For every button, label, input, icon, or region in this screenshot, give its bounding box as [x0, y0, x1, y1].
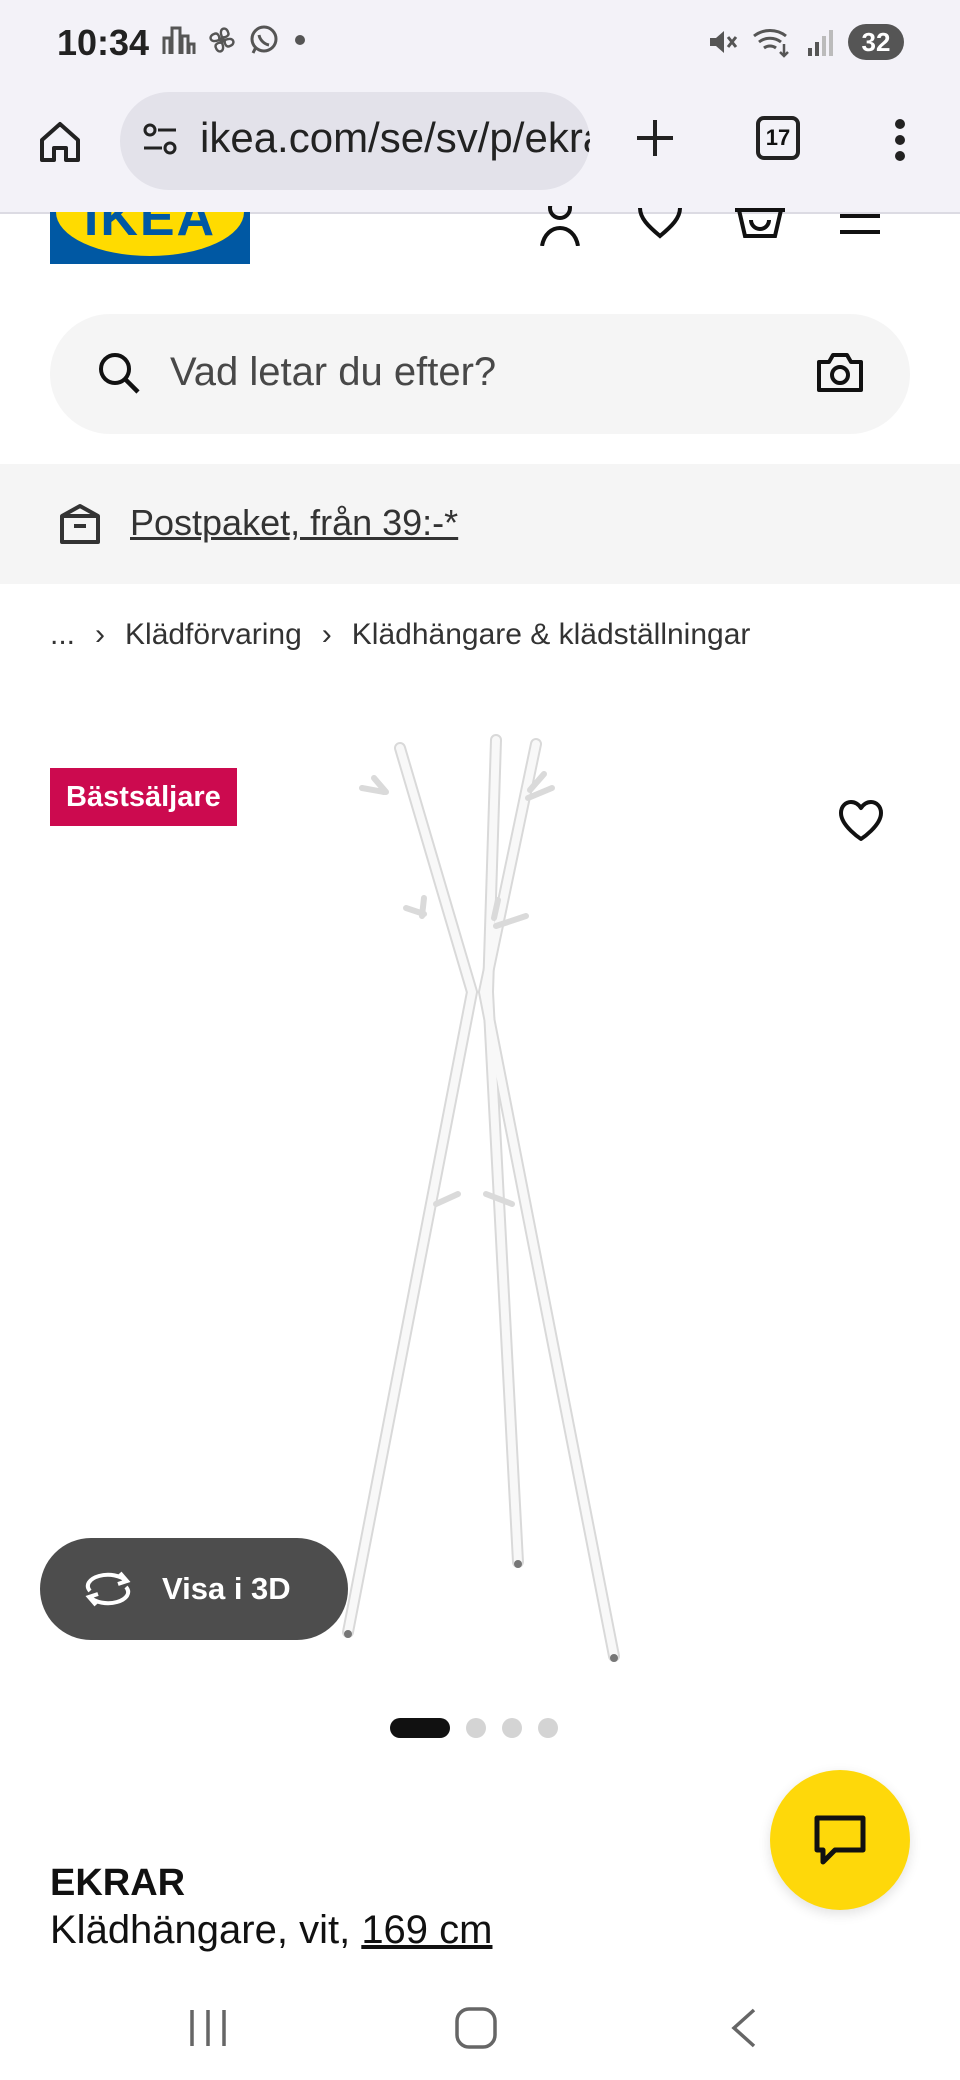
heart-icon: [638, 207, 682, 239]
fan-icon: [209, 27, 235, 53]
product-size-link[interactable]: 169 cm: [361, 1908, 492, 1952]
image-carousel-indicator: [390, 1718, 558, 1738]
product-description-text: Klädhängare, vit,: [50, 1908, 362, 1952]
product-image[interactable]: [300, 730, 640, 1670]
recent-apps-button[interactable]: [178, 1998, 238, 2058]
shopping-bag-icon: [735, 208, 785, 238]
chevron-right-icon: ›: [95, 618, 106, 651]
status-bar: 10:34 32: [0, 0, 960, 90]
more-vertical-icon: [895, 119, 905, 161]
system-icons: 32: [706, 24, 904, 60]
shipping-banner-link[interactable]: Postpaket, från 39:-*: [130, 502, 458, 544]
main-menu-button[interactable]: [832, 206, 888, 256]
site-settings-icon[interactable]: [140, 120, 180, 160]
system-navigation-bar: [0, 1976, 960, 2080]
search-icon: [99, 353, 140, 394]
carousel-dot-2[interactable]: [466, 1718, 486, 1738]
home-nav-icon: [455, 2007, 497, 2049]
breadcrumb-ellipsis[interactable]: ...: [50, 618, 75, 652]
shipping-banner[interactable]: Postpaket, från 39:-*: [0, 464, 960, 584]
parcel-box-icon: [60, 504, 100, 544]
browser-menu-button[interactable]: [880, 110, 920, 170]
wifi-icon: [753, 29, 789, 58]
mute-icon: [710, 31, 738, 53]
bestseller-badge: Bästsäljare: [50, 768, 237, 826]
tab-switcher-button[interactable]: 17: [756, 116, 800, 160]
home-icon: [40, 122, 80, 162]
ikea-logo[interactable]: IKEA: [50, 212, 250, 264]
search-bar[interactable]: Vad letar du efter?: [50, 314, 910, 434]
favourites-button[interactable]: [632, 206, 688, 256]
user-icon: [540, 206, 580, 246]
chat-bubble-icon: [814, 1815, 866, 1865]
new-tab-button[interactable]: [625, 108, 685, 168]
carousel-dot-4[interactable]: [538, 1718, 558, 1738]
plus-icon: [637, 120, 673, 156]
status-time: 10:34: [57, 22, 150, 63]
home-button[interactable]: [30, 112, 90, 172]
chat-button[interactable]: [770, 1770, 910, 1910]
account-button[interactable]: [532, 206, 588, 256]
address-bar[interactable]: ikea.com/se/sv/p/ekrar: [120, 92, 590, 190]
hamburger-icon: [840, 214, 880, 234]
search-input[interactable]: Vad letar du efter?: [170, 350, 496, 395]
breadcrumb-item-klaedforvaring[interactable]: Klädförvaring: [125, 618, 302, 652]
heart-outline-icon: [839, 800, 883, 841]
camera-icon[interactable]: [816, 350, 864, 394]
carousel-dot-3[interactable]: [502, 1718, 522, 1738]
browser-toolbar: ikea.com/se/sv/p/ekrar 17: [0, 90, 960, 214]
carousel-dot-1[interactable]: [390, 1718, 450, 1738]
url-text[interactable]: ikea.com/se/sv/p/ekrar: [200, 114, 590, 162]
view-in-3d-label: Visa i 3D: [162, 1571, 291, 1606]
product-name: EKRAR: [50, 1862, 186, 1904]
back-button[interactable]: [714, 1998, 774, 2058]
more-notifications-icon: [295, 35, 305, 45]
signal-icon: [808, 30, 833, 56]
whatsapp-icon: [250, 25, 278, 54]
view-in-3d-button[interactable]: Visa i 3D: [40, 1538, 348, 1640]
product-description: Klädhängare, vit, 169 cm: [50, 1908, 492, 1953]
cart-button[interactable]: [732, 206, 788, 256]
breadcrumb: ... › Klädförvaring › Klädhängare & kläd…: [50, 618, 750, 652]
recent-apps-icon: [190, 2010, 226, 2046]
battery-indicator: 32: [848, 24, 904, 60]
chevron-right-icon: ›: [321, 618, 332, 651]
add-to-favourites-button[interactable]: [830, 790, 892, 852]
back-arrow-icon: [731, 2008, 756, 2048]
breadcrumb-item-klaedhangare[interactable]: Klädhängare & klädställningar: [352, 618, 751, 652]
city-icon: [162, 26, 196, 54]
home-nav-button[interactable]: [446, 1998, 506, 2058]
rotate-3d-icon: [85, 1571, 131, 1607]
logo-text: IKEA: [83, 212, 217, 247]
notification-icons: [162, 24, 310, 56]
